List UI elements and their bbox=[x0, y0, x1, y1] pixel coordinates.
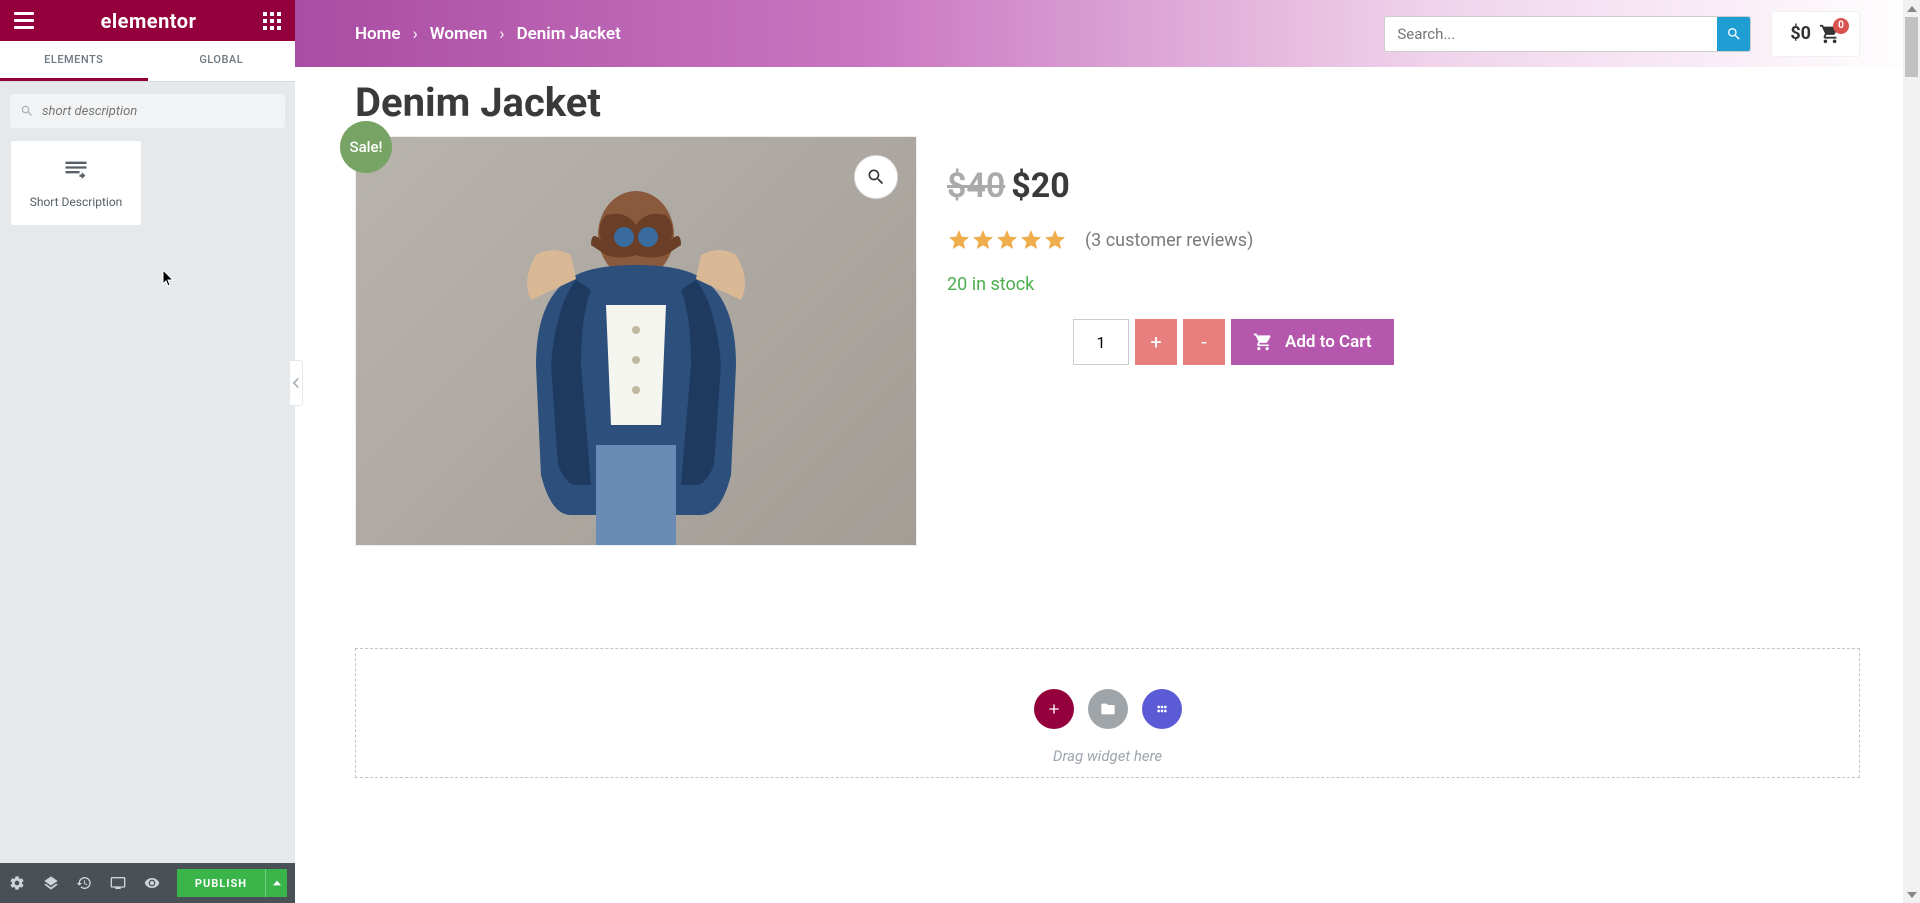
rating-row: (3 customer reviews) bbox=[947, 228, 1394, 252]
preview-area: Home › Women › Denim Jacket $0 0 Denim J… bbox=[295, 0, 1920, 903]
collapse-panel-button[interactable] bbox=[289, 360, 303, 406]
widget-label: Short Description bbox=[30, 195, 123, 209]
panel-tabs: ELEMENTS GLOBAL bbox=[0, 41, 295, 82]
widget-short-description[interactable]: Short Description bbox=[10, 140, 142, 226]
mini-cart[interactable]: $0 0 bbox=[1771, 11, 1860, 57]
star-rating bbox=[947, 228, 1067, 252]
menu-icon[interactable] bbox=[14, 12, 34, 29]
breadcrumb-women[interactable]: Women bbox=[430, 24, 488, 44]
panel-header: elementor bbox=[0, 0, 295, 41]
navigator-button[interactable] bbox=[42, 874, 60, 892]
cursor-icon bbox=[162, 270, 176, 288]
star-icon bbox=[947, 228, 971, 252]
site-topbar: Home › Women › Denim Jacket $0 0 bbox=[295, 0, 1920, 67]
stock-status: 20 in stock bbox=[947, 274, 1394, 295]
chevron-left-icon bbox=[292, 378, 300, 388]
plus-icon bbox=[1046, 701, 1062, 717]
drop-area-buttons bbox=[1034, 689, 1182, 729]
caret-up-icon bbox=[1907, 4, 1917, 14]
layers-icon bbox=[43, 875, 59, 891]
elementor-panel: elementor ELEMENTS GLOBAL Short Descript… bbox=[0, 0, 295, 903]
widget-list: Short Description bbox=[0, 140, 295, 226]
price-new: $20 bbox=[1011, 166, 1070, 206]
star-icon bbox=[1043, 228, 1067, 252]
quantity-decrease-button[interactable]: - bbox=[1183, 319, 1225, 365]
cart-amount: $0 bbox=[1790, 23, 1811, 44]
tab-global[interactable]: GLOBAL bbox=[148, 41, 296, 81]
blocks-icon bbox=[1154, 701, 1170, 717]
site-search-input[interactable] bbox=[1385, 17, 1717, 51]
breadcrumb: Home › Women › Denim Jacket bbox=[355, 24, 621, 44]
responsive-button[interactable] bbox=[109, 874, 127, 892]
cart-actions: + - Add to Cart bbox=[1073, 319, 1394, 365]
history-button[interactable] bbox=[76, 874, 94, 892]
widget-search-input[interactable] bbox=[42, 104, 275, 119]
star-icon bbox=[971, 228, 995, 252]
apps-icon[interactable] bbox=[263, 12, 281, 30]
history-icon bbox=[76, 875, 92, 891]
reviews-link[interactable]: (3 customer reviews) bbox=[1085, 230, 1253, 251]
caret-down-icon bbox=[1907, 890, 1917, 900]
zoom-icon bbox=[866, 167, 886, 187]
breadcrumb-current: Denim Jacket bbox=[517, 24, 621, 44]
zoom-button[interactable] bbox=[854, 155, 898, 199]
folder-icon bbox=[1100, 701, 1116, 717]
add-section-button[interactable] bbox=[1034, 689, 1074, 729]
add-to-cart-label: Add to Cart bbox=[1285, 332, 1372, 352]
panel-footer: PUBLISH bbox=[0, 863, 295, 903]
blocks-button[interactable] bbox=[1142, 689, 1182, 729]
breadcrumb-home[interactable]: Home bbox=[355, 24, 401, 44]
quantity-input[interactable] bbox=[1073, 319, 1129, 365]
widget-search[interactable] bbox=[10, 94, 285, 128]
settings-button[interactable] bbox=[8, 874, 26, 892]
template-library-button[interactable] bbox=[1088, 689, 1128, 729]
sale-badge: Sale! bbox=[340, 121, 392, 173]
product-image[interactable] bbox=[356, 137, 916, 545]
caret-up-icon bbox=[273, 879, 281, 887]
product-details: $40$20 (3 customer reviews) 20 in stock bbox=[947, 136, 1394, 546]
eye-icon bbox=[144, 875, 160, 891]
widget-drop-area[interactable]: Drag widget here bbox=[355, 648, 1860, 778]
monitor-icon bbox=[110, 875, 126, 891]
scroll-down-button[interactable] bbox=[1903, 886, 1920, 903]
gear-icon bbox=[9, 875, 25, 891]
product-title: Denim Jacket bbox=[355, 79, 1860, 126]
star-icon bbox=[995, 228, 1019, 252]
product-content: Denim Jacket Sale! bbox=[295, 67, 1920, 558]
publish-button[interactable]: PUBLISH bbox=[177, 869, 265, 897]
scrollbar[interactable] bbox=[1903, 0, 1920, 903]
scroll-up-button[interactable] bbox=[1903, 0, 1920, 17]
search-button[interactable] bbox=[1717, 17, 1750, 51]
product-photo-placeholder bbox=[476, 165, 796, 545]
cart-count-badge: 0 bbox=[1833, 18, 1849, 34]
publish-options-button[interactable] bbox=[265, 869, 287, 897]
chevron-right-icon: › bbox=[413, 24, 418, 44]
short-description-icon bbox=[62, 157, 90, 185]
tab-elements[interactable]: ELEMENTS bbox=[0, 41, 148, 81]
search-icon bbox=[1726, 26, 1742, 42]
preview-button[interactable] bbox=[143, 874, 161, 892]
drop-hint-text: Drag widget here bbox=[1053, 747, 1162, 765]
product-price: $40$20 bbox=[947, 166, 1394, 206]
site-search bbox=[1384, 16, 1751, 52]
scroll-thumb[interactable] bbox=[1905, 17, 1918, 77]
cart-icon bbox=[1253, 332, 1273, 352]
search-icon bbox=[20, 104, 34, 118]
elementor-logo: elementor bbox=[101, 9, 197, 33]
quantity-increase-button[interactable]: + bbox=[1135, 319, 1177, 365]
product-gallery: Sale! bbox=[355, 136, 917, 546]
star-icon bbox=[1019, 228, 1043, 252]
chevron-right-icon: › bbox=[499, 24, 504, 44]
add-to-cart-button[interactable]: Add to Cart bbox=[1231, 319, 1394, 365]
price-old: $40 bbox=[947, 166, 1005, 206]
